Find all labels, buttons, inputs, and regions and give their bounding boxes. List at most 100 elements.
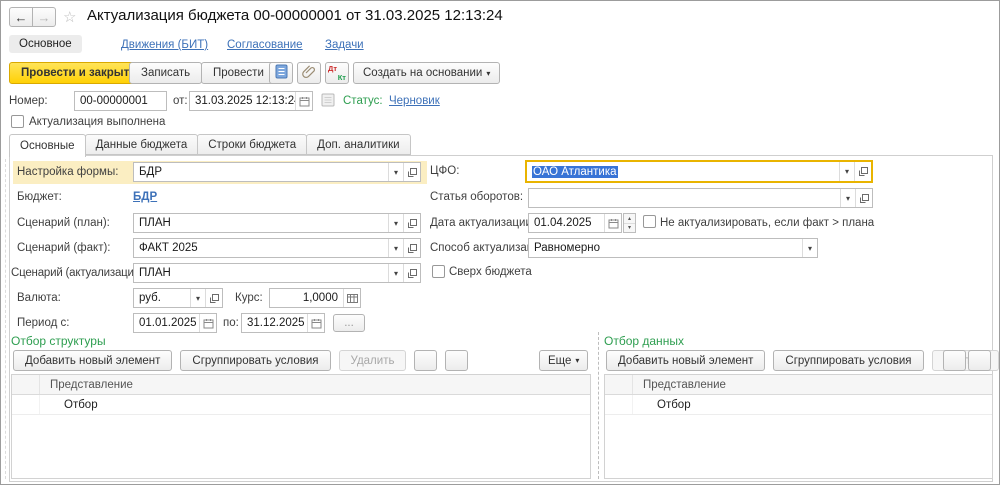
structure-move-up-button[interactable] bbox=[414, 350, 437, 371]
form-setting-field[interactable]: БДР ▾ bbox=[133, 162, 421, 182]
paperclip-icon bbox=[302, 64, 317, 82]
open-icon[interactable] bbox=[855, 189, 872, 207]
turnover-item-label: Статья оборотов: bbox=[430, 191, 523, 203]
structure-add-button[interactable]: Добавить новый элемент bbox=[13, 350, 172, 371]
forward-button[interactable]: → bbox=[32, 7, 56, 27]
scenario-actualization-field[interactable]: ПЛАН ▾ bbox=[133, 263, 421, 283]
scenario-fact-field[interactable]: ФАКТ 2025 ▾ bbox=[133, 238, 421, 258]
open-icon[interactable] bbox=[854, 162, 871, 181]
data-move-down-button[interactable] bbox=[968, 350, 991, 371]
form-group-splitter[interactable] bbox=[5, 159, 6, 479]
post-button[interactable]: Провести bbox=[201, 62, 276, 84]
number-label: Номер: bbox=[9, 95, 48, 107]
register-records-button[interactable] bbox=[269, 62, 293, 84]
actualization-date-field[interactable]: 01.04.2025 bbox=[528, 213, 622, 233]
document-window: ← → ☆ Актуализация бюджета 00-00000001 о… bbox=[0, 0, 1000, 485]
period-from-field[interactable]: 01.01.2025 bbox=[133, 313, 217, 333]
period-to-label: по: bbox=[223, 317, 239, 329]
chevron-down-icon: ▾ bbox=[486, 69, 490, 78]
table-header-spacer bbox=[605, 375, 633, 394]
over-budget-checkbox[interactable] bbox=[432, 265, 445, 278]
open-icon[interactable] bbox=[403, 214, 420, 232]
scenario-actualization-label: Сценарий (актуализация): bbox=[11, 267, 146, 279]
open-icon[interactable] bbox=[205, 289, 222, 307]
nav-item-main[interactable]: Основное bbox=[9, 35, 82, 53]
chevron-down-icon: ▾ bbox=[575, 356, 579, 365]
dropdown-arrow-icon[interactable]: ▾ bbox=[388, 163, 403, 181]
data-selection-toolbar: Добавить новый элемент Сгруппировать усл… bbox=[606, 350, 999, 371]
budget-link[interactable]: БДР bbox=[133, 191, 157, 203]
rate-label: Курс: bbox=[235, 292, 263, 304]
table-header-presentation: Представление bbox=[40, 379, 133, 391]
dropdown-arrow-icon[interactable]: ▾ bbox=[388, 239, 403, 257]
table-cell-presentation: Отбор bbox=[40, 399, 98, 411]
nav-item-tasks[interactable]: Задачи bbox=[325, 39, 364, 51]
favorite-star-icon[interactable]: ☆ bbox=[63, 8, 76, 26]
scenario-fact-label: Сценарий (факт): bbox=[17, 242, 110, 254]
data-group-conditions-button[interactable]: Сгруппировать условия bbox=[773, 350, 923, 371]
currency-field[interactable]: руб. ▾ bbox=[133, 288, 223, 308]
calendar-icon[interactable] bbox=[295, 92, 312, 110]
sections-splitter[interactable] bbox=[598, 332, 599, 479]
write-button[interactable]: Записать bbox=[129, 62, 202, 84]
dt-kt-icon: ДтКт bbox=[328, 65, 346, 81]
nav-item-approval[interactable]: Согласование bbox=[227, 39, 303, 51]
calendar-icon[interactable] bbox=[199, 314, 216, 332]
rate-field[interactable]: 1,0000 bbox=[269, 288, 361, 308]
attachments-button[interactable] bbox=[297, 62, 321, 84]
post-and-close-button[interactable]: Провести и закрыть bbox=[9, 62, 148, 84]
actualization-method-field[interactable]: Равномерно ▾ bbox=[528, 238, 818, 258]
open-icon[interactable] bbox=[403, 264, 420, 282]
create-based-on-button[interactable]: Создать на основании ▾ bbox=[353, 62, 500, 84]
table-header-presentation: Представление bbox=[633, 379, 726, 391]
datetime-input[interactable]: 31.03.2025 12:13:24 bbox=[189, 91, 313, 111]
nav-item-movements[interactable]: Движения (БИТ) bbox=[121, 39, 208, 51]
scenario-plan-field[interactable]: ПЛАН ▾ bbox=[133, 213, 421, 233]
back-button[interactable]: ← bbox=[9, 7, 33, 27]
status-link[interactable]: Черновик bbox=[389, 95, 440, 107]
structure-delete-button[interactable]: Удалить bbox=[339, 350, 407, 371]
structure-more-button[interactable]: Еще ▾ bbox=[539, 350, 588, 371]
structure-move-down-button[interactable] bbox=[445, 350, 468, 371]
table-header: Представление bbox=[12, 375, 590, 395]
open-icon[interactable] bbox=[403, 163, 420, 181]
tab-main[interactable]: Основные bbox=[9, 134, 86, 157]
dt-kt-button[interactable]: ДтКт bbox=[325, 62, 349, 84]
number-input[interactable]: 00-00000001 bbox=[74, 91, 167, 111]
tab-extra-analytics[interactable]: Доп. аналитики bbox=[306, 134, 410, 155]
tab-budget-lines[interactable]: Строки бюджета bbox=[197, 134, 307, 155]
data-add-button[interactable]: Добавить новый элемент bbox=[606, 350, 765, 371]
turnover-item-field[interactable]: ▾ bbox=[528, 188, 873, 208]
date-label: от: bbox=[173, 95, 188, 107]
form-setting-label: Настройка формы: bbox=[17, 166, 118, 178]
back-arrow-icon: ← bbox=[15, 10, 28, 25]
forward-arrow-icon: → bbox=[38, 10, 51, 25]
cfo-label: ЦФО: bbox=[430, 165, 459, 177]
dropdown-arrow-icon[interactable]: ▾ bbox=[190, 289, 205, 307]
table-row[interactable]: Отбор bbox=[12, 395, 590, 415]
structure-group-conditions-button[interactable]: Сгруппировать условия bbox=[180, 350, 330, 371]
actualization-done-checkbox[interactable] bbox=[11, 115, 24, 128]
table-row[interactable]: Отбор bbox=[605, 395, 992, 415]
table-header: Представление bbox=[605, 375, 992, 395]
dropdown-arrow-icon[interactable]: ▾ bbox=[802, 239, 817, 257]
data-move-up-button[interactable] bbox=[943, 350, 966, 371]
structure-selection-title: Отбор структуры bbox=[11, 334, 106, 348]
calendar-icon[interactable] bbox=[604, 214, 621, 232]
calculator-icon[interactable] bbox=[343, 289, 360, 307]
dropdown-arrow-icon[interactable]: ▾ bbox=[840, 189, 855, 207]
open-icon[interactable] bbox=[403, 239, 420, 257]
cfo-field[interactable]: ОАО Атлантика ▾ bbox=[525, 160, 873, 183]
no-actualize-checkbox[interactable] bbox=[643, 215, 656, 228]
tab-budget-data[interactable]: Данные бюджета bbox=[85, 134, 199, 155]
period-to-field[interactable]: 31.12.2025 bbox=[241, 313, 325, 333]
dropdown-arrow-icon[interactable]: ▾ bbox=[388, 264, 403, 282]
dropdown-arrow-icon[interactable]: ▾ bbox=[388, 214, 403, 232]
list-icon-button[interactable] bbox=[321, 93, 335, 110]
dropdown-arrow-icon[interactable]: ▾ bbox=[839, 162, 854, 181]
period-choose-button[interactable]: ... bbox=[333, 314, 365, 332]
structure-selection-toolbar: Добавить новый элемент Сгруппировать усл… bbox=[13, 350, 468, 371]
date-spinner[interactable]: ▴ ▾ bbox=[623, 213, 636, 233]
calendar-icon[interactable] bbox=[307, 314, 324, 332]
data-selection-title: Отбор данных bbox=[604, 334, 684, 348]
